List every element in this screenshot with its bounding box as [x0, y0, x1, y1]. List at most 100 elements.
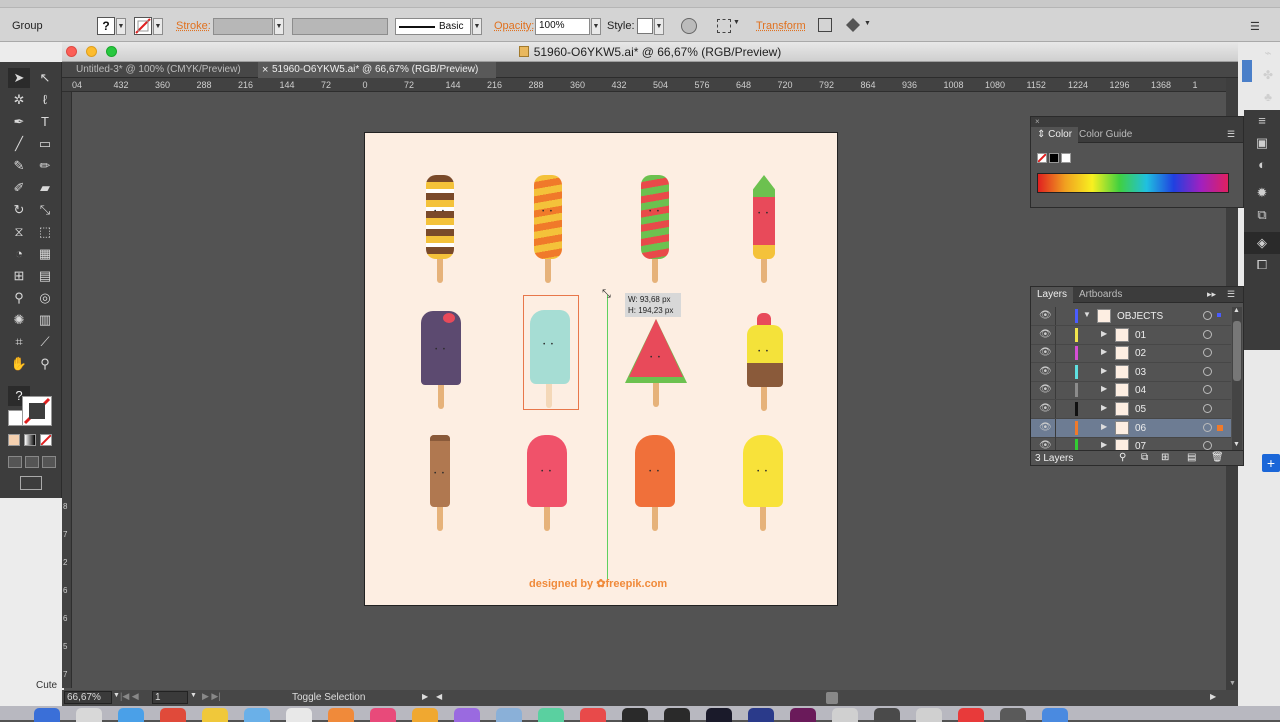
rectangle-tool-icon[interactable]: ▭ [34, 134, 56, 154]
delete-layer-icon[interactable]: 🗑 [1211, 452, 1224, 463]
expand-triangle-icon[interactable]: ▶ [1101, 384, 1107, 393]
blend-tool-icon[interactable]: ◎ [34, 288, 56, 308]
none-swatch[interactable] [1037, 153, 1047, 163]
layer-row[interactable]: 👁 ▶ 02 [1031, 344, 1231, 364]
layers-panel-icon[interactable]: ◈ [1244, 232, 1280, 254]
layer-row[interactable]: 👁 ▶ 07 [1031, 437, 1231, 451]
zoom-window-button[interactable] [106, 46, 117, 57]
target-circle-icon[interactable] [1203, 329, 1212, 339]
envelope-icon[interactable] [846, 18, 860, 32]
add-icon[interactable]: + [1262, 454, 1280, 472]
tab-color-guide[interactable]: Color Guide [1073, 127, 1138, 143]
tab-color[interactable]: ⇕ Color [1031, 127, 1079, 143]
popsicle-01[interactable]: • • [425, 175, 455, 287]
line-tool-icon[interactable]: ╱ [8, 134, 30, 154]
opacity-field[interactable]: 100% [535, 18, 590, 35]
tab-untitled-3[interactable]: Untitled-3* @ 100% (CMYK/Preview) [62, 62, 258, 78]
tab-close-icon[interactable]: × [262, 62, 268, 78]
stroke-dropdown[interactable]: ▼ [153, 18, 163, 35]
target-circle-icon[interactable] [1203, 348, 1212, 358]
symbol-sprayer-tool-icon[interactable]: ✺ [8, 310, 30, 330]
free-transform-tool-icon[interactable]: ⬚ [34, 222, 56, 242]
paintbrush-tool-icon[interactable]: ✎ [8, 156, 30, 176]
layer-row[interactable]: 👁 ▶ 01 [1031, 325, 1231, 345]
zoom-field[interactable]: 66,67% [64, 691, 112, 704]
target-circle-icon[interactable] [1203, 441, 1212, 451]
popsicle-02[interactable]: • • [533, 175, 563, 287]
expand-triangle-icon[interactable]: ▶ [1101, 422, 1107, 431]
scroll-up-icon[interactable]: ▲ [1233, 307, 1240, 314]
width-tool-icon[interactable]: ⧖ [8, 222, 30, 242]
visibility-eye-icon[interactable]: 👁 [1039, 310, 1052, 321]
popsicle-11[interactable]: • • [635, 435, 675, 535]
lock-column[interactable] [1055, 418, 1056, 437]
target-circle-icon[interactable] [1203, 385, 1212, 395]
variable-width-field[interactable] [292, 18, 388, 35]
artboard[interactable]: • • • • • • • • • • • • • • • • • • • • … [364, 132, 838, 606]
align-dropdown-icon[interactable]: ▼ [733, 19, 740, 26]
artboards-panel-icon[interactable]: ⧉ [1244, 204, 1280, 226]
target-circle-icon[interactable] [1203, 422, 1212, 432]
layer-row[interactable]: 👁 ▼ OBJECTS [1031, 307, 1231, 326]
layer-row[interactable]: 👁 ▶ 05 [1031, 400, 1231, 419]
collapse-panel-icon[interactable]: ▸▸ [1207, 289, 1216, 300]
style-dropdown[interactable]: ▼ [654, 18, 664, 35]
draw-behind-icon[interactable] [25, 456, 39, 468]
popsicle-12[interactable]: • • [743, 435, 783, 535]
stroke-panel-icon[interactable]: ≡ [1244, 110, 1280, 132]
stroke-label[interactable]: Stroke: [176, 20, 211, 32]
tab-layers[interactable]: Layers [1031, 287, 1074, 303]
lock-column[interactable] [1055, 307, 1056, 325]
draw-inside-icon[interactable] [42, 456, 56, 468]
appearance-panel-icon[interactable]: ✹ [1244, 182, 1280, 204]
hand-tool-icon[interactable]: ✋ [8, 354, 30, 374]
close-window-button[interactable] [66, 46, 77, 57]
opacity-dropdown[interactable]: ▼ [591, 18, 601, 35]
popsicle-03[interactable]: • • [640, 175, 670, 287]
artboard-number-field[interactable]: 1 [152, 691, 188, 704]
scroll-right-icon[interactable]: ▶ [1210, 692, 1216, 701]
black-swatch[interactable] [1049, 153, 1059, 163]
direct-selection-tool-icon[interactable]: ↖ [34, 68, 56, 88]
lock-column[interactable] [1055, 400, 1056, 418]
target-circle-icon[interactable] [1203, 366, 1212, 376]
envelope-dropdown-icon[interactable]: ▼ [864, 20, 871, 27]
layer-row[interactable]: 👁 ▶ 06 [1031, 418, 1231, 438]
locate-object-icon[interactable]: ⚲ [1119, 452, 1126, 463]
selection-indicator[interactable] [1217, 424, 1223, 431]
transform-link[interactable]: Transform [756, 20, 806, 32]
gradient-panel-icon[interactable]: ▣ [1244, 132, 1280, 154]
popsicle-06-selected[interactable]: • • [523, 295, 579, 410]
lock-column[interactable] [1055, 437, 1056, 451]
expand-triangle-icon[interactable]: ▶ [1101, 403, 1107, 412]
last-artboard-icon[interactable]: ▶ ▶| [202, 691, 221, 702]
blob-brush-tool-icon[interactable]: ✐ [8, 178, 30, 198]
pen-tool-icon[interactable]: ✒ [8, 112, 30, 132]
expand-triangle-icon[interactable]: ▶ [1101, 366, 1107, 375]
lock-column[interactable] [1055, 344, 1056, 363]
status-menu-icon[interactable]: ▶ [422, 692, 428, 701]
selection-indicator[interactable] [1217, 313, 1221, 317]
artboard-dropdown[interactable]: ▼ [190, 692, 197, 699]
fill-dropdown[interactable]: ▼ [116, 18, 126, 35]
tab-51960[interactable]: × 51960-O6YKW5.ai* @ 66,67% (RGB/Preview… [258, 62, 496, 78]
draw-normal-icon[interactable] [8, 456, 22, 468]
layer-row[interactable]: 👁 ▶ 03 [1031, 362, 1231, 382]
stroke-weight-dropdown[interactable]: ▼ [274, 18, 284, 35]
recolor-artwork-icon[interactable] [681, 18, 697, 34]
tab-artboards[interactable]: Artboards [1073, 287, 1128, 303]
visibility-eye-icon[interactable]: 👁 [1039, 347, 1052, 358]
align-icon[interactable] [717, 19, 731, 33]
popsicle-09[interactable]: • • [430, 435, 450, 535]
transparency-panel-icon[interactable]: ◐ [1244, 154, 1280, 176]
links-panel-icon[interactable]: ⧠ [1244, 254, 1280, 276]
fill-swatch[interactable]: ? [97, 17, 115, 35]
popsicle-10[interactable]: • • [527, 435, 567, 535]
isolate-icon[interactable] [818, 18, 832, 32]
layer-row[interactable]: 👁 ▶ 04 [1031, 381, 1231, 401]
symbols-panel-icon[interactable]: ✤ [1256, 64, 1280, 86]
graphic-styles-icon[interactable]: ♣ [1256, 86, 1280, 108]
white-swatch[interactable] [1061, 153, 1071, 163]
target-circle-icon[interactable] [1203, 404, 1212, 413]
scroll-left-icon[interactable]: ◀ [436, 692, 442, 701]
